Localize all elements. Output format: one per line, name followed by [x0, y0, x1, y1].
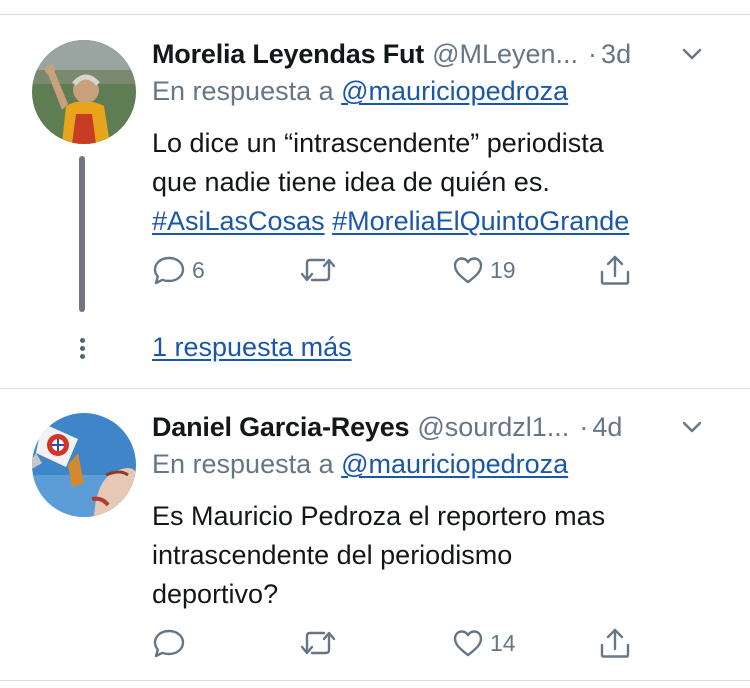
share-icon: [600, 628, 630, 658]
hashtag-link[interactable]: #MoreliaElQuintoGrande: [332, 206, 629, 236]
more-replies-dots-icon: [78, 338, 86, 359]
reply-prefix: En respuesta a: [152, 449, 334, 479]
tweet-text-line: Es Mauricio Pedroza el reportero mas: [152, 501, 606, 531]
more-replies-link[interactable]: 1 respuesta más: [152, 332, 352, 363]
reply-count: 6: [192, 256, 205, 283]
chevron-down-icon[interactable]: [682, 417, 702, 437]
tweet-1[interactable]: Morelia Leyendas Fut @MLeyen... · 3d En …: [0, 14, 750, 388]
like-count: 14: [490, 629, 516, 656]
timestamp[interactable]: 4d: [592, 412, 622, 443]
tweet-text-line: que nadie tiene idea de quién es.: [152, 167, 550, 197]
share-button[interactable]: [598, 252, 632, 288]
author-handle[interactable]: @sourdzl1...: [417, 412, 569, 443]
reply-icon: [153, 629, 185, 658]
tweet-header: Morelia Leyendas Fut @MLeyen... · 3d: [152, 36, 730, 72]
tweet-text-line: deportivo?: [152, 579, 279, 609]
reply-mention-link[interactable]: @mauriciopedroza: [341, 76, 568, 106]
timestamp[interactable]: 3d: [601, 39, 631, 70]
avatar[interactable]: [32, 413, 136, 517]
heart-icon: [453, 257, 483, 284]
author-name[interactable]: Morelia Leyendas Fut: [152, 39, 424, 70]
tweet-text: Lo dice un “intrascendente” periodista q…: [152, 124, 722, 241]
reply-prefix: En respuesta a: [152, 76, 334, 106]
thread-line: [79, 156, 85, 312]
like-count: 19: [490, 256, 516, 283]
retweet-icon: [300, 631, 336, 655]
reply-icon: [153, 256, 185, 285]
author-name[interactable]: Daniel Garcia-Reyes: [152, 412, 410, 443]
like-button[interactable]: 19: [452, 252, 516, 288]
separator-dot: ·: [588, 38, 598, 69]
hashtag-link[interactable]: #AsiLasCosas: [152, 206, 325, 236]
tweet-text-line: Lo dice un “intrascendente” periodista: [152, 128, 604, 158]
separator-dot: ·: [579, 411, 589, 442]
tweet-header: Daniel Garcia-Reyes @sourdzl1... · 4d: [152, 409, 730, 445]
retweet-icon: [300, 258, 336, 282]
tweet-actions: 6 19: [152, 252, 642, 288]
like-button[interactable]: 14: [452, 625, 516, 661]
retweet-button[interactable]: [300, 252, 342, 288]
heart-icon: [453, 630, 483, 657]
retweet-button[interactable]: [300, 625, 342, 661]
share-icon: [600, 255, 630, 285]
tweet-text: Es Mauricio Pedroza el reportero mas int…: [152, 497, 722, 614]
share-button[interactable]: [598, 625, 632, 661]
tweet-actions: 14: [152, 625, 642, 661]
reply-context: En respuesta a @mauriciopedroza: [152, 76, 568, 107]
reply-button[interactable]: [152, 625, 192, 661]
hashtag-line: #AsiLasCosas #MoreliaElQuintoGrande: [152, 202, 722, 241]
avatar[interactable]: [32, 40, 136, 144]
author-handle[interactable]: @MLeyen...: [432, 39, 578, 70]
tweet-2[interactable]: Daniel Garcia-Reyes @sourdzl1... · 4d En…: [0, 389, 750, 679]
chevron-down-icon[interactable]: [682, 44, 702, 64]
reply-mention-link[interactable]: @mauriciopedroza: [341, 449, 568, 479]
reply-context: En respuesta a @mauriciopedroza: [152, 449, 568, 480]
tweet-text-line: intrascendente del periodismo: [152, 540, 513, 570]
reply-button[interactable]: 6: [152, 252, 205, 288]
bottom-divider: [0, 680, 750, 681]
